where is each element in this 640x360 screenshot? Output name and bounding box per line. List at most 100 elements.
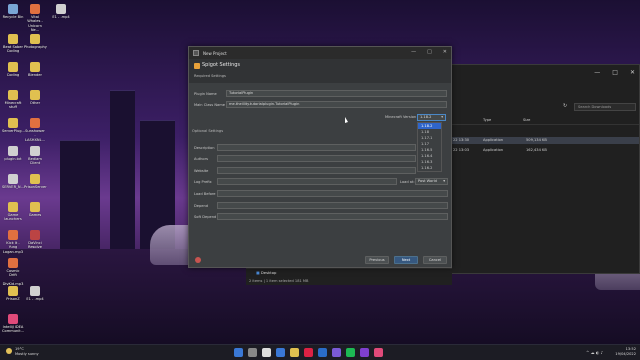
desktop-icon[interactable]: DaVinci Resolve	[24, 230, 46, 250]
desktop-icon[interactable]: Blender	[24, 62, 46, 77]
next-button[interactable]: Next	[394, 256, 418, 264]
column-type[interactable]: Type	[483, 118, 491, 122]
file-icon	[8, 34, 18, 44]
taskbar-app-icon[interactable]	[304, 348, 313, 357]
desktop-icon[interactable]: E1 - .mp4	[50, 4, 72, 19]
cancel-button[interactable]: Cancel	[423, 256, 447, 264]
dialog-title: New Project	[203, 50, 227, 56]
depend-input[interactable]	[217, 202, 448, 209]
desktop-icon[interactable]: Recycle Bin	[2, 4, 24, 19]
maximize-icon[interactable]: □	[612, 69, 618, 76]
desktop-icon[interactable]: Minecraft stuff	[2, 90, 24, 110]
file-icon	[30, 286, 40, 296]
minecraft-version-select[interactable]: 1.18.2 ▾	[417, 114, 446, 121]
taskbar-app-icon[interactable]	[248, 348, 257, 357]
row-type: Application	[483, 148, 504, 152]
sun-icon	[6, 348, 12, 354]
plugin-name-input[interactable]: TutorialPlugin	[226, 90, 447, 97]
description-input[interactable]	[217, 144, 416, 151]
new-project-dialog[interactable]: New Project — □ ✕ Spigot Settings Requir…	[188, 46, 452, 268]
taskbar-app-icon[interactable]	[374, 348, 383, 357]
clock[interactable]: 13:52 19/04/2022	[615, 347, 636, 357]
desktop-icon[interactable]: Games	[24, 202, 46, 217]
load-before-input[interactable]	[217, 190, 448, 197]
refresh-icon[interactable]: ↻	[563, 103, 567, 109]
desktop-icon-label: IntelliJ IDEA Communit...	[2, 325, 25, 334]
desktop-icon[interactable]: Game launchers	[2, 202, 24, 222]
taskbar-app-icon[interactable]	[290, 348, 299, 357]
authors-input[interactable]	[217, 155, 416, 162]
close-icon[interactable]: ✕	[443, 49, 447, 55]
desktop-icon[interactable]: Vital Whales - Unicorn Ne...	[24, 4, 46, 32]
weather-widget[interactable]: 19°C Mostly sunny	[6, 347, 39, 357]
taskbar-app-icon[interactable]	[234, 348, 243, 357]
desktop-icon-label: Game launchers	[4, 213, 22, 222]
taskbar-app-icon[interactable]	[360, 348, 369, 357]
file-icon	[8, 202, 18, 212]
desktop-icon[interactable]: PrisonServer	[24, 174, 47, 189]
taskbar-app-icon[interactable]	[262, 348, 271, 357]
desktop-icon-label: Recycle Bin	[2, 15, 24, 19]
minimize-icon[interactable]: —	[594, 69, 600, 76]
table-row[interactable]: 22 13:03 Application 162,434 KB	[451, 147, 639, 154]
help-icon[interactable]	[195, 257, 201, 263]
nav-item-desktop[interactable]: ■ Desktop	[256, 270, 276, 275]
taskbar-app-icon[interactable]	[276, 348, 285, 357]
desktop-icon[interactable]: plugin.txt	[2, 146, 24, 161]
file-icon	[8, 118, 18, 128]
desktop-icon[interactable]: SERVER_N...	[2, 174, 24, 189]
taskbar-app-icon[interactable]	[318, 348, 327, 357]
maximize-icon[interactable]: □	[427, 49, 432, 55]
file-icon	[8, 62, 18, 72]
row-date: 22 13:03	[453, 148, 470, 152]
taskbar-app-icon[interactable]	[346, 348, 355, 357]
file-icon	[8, 146, 18, 156]
desktop-icon[interactable]: Cosmic Drift - DivKid.mp3	[2, 258, 24, 286]
previous-button[interactable]: Previous	[365, 256, 389, 264]
column-size[interactable]: Size	[523, 118, 530, 122]
row-size: 162,434 KB	[526, 148, 547, 152]
search-input[interactable]: Search Downloads	[574, 103, 636, 111]
desktop-icon[interactable]: Coding	[2, 62, 24, 77]
dialog-title-bar[interactable]: New Project — □ ✕	[189, 47, 451, 59]
soft-depend-input[interactable]	[217, 213, 448, 220]
main-class-label: Main Class Name	[194, 103, 225, 107]
desktop-icon[interactable]: ServerPlug...	[2, 118, 25, 133]
dropdown-option[interactable]: 1.16.2	[418, 165, 441, 171]
column-headers: Type Size	[451, 117, 639, 125]
desktop-icon-label: Cosmic Drift - DivKid.mp3	[2, 269, 24, 286]
desktop-icon[interactable]: Sunshower - LASHXNL...	[24, 118, 46, 142]
file-icon	[8, 286, 18, 296]
file-icon	[30, 118, 40, 128]
load-at-select[interactable]: Post World ▾	[415, 178, 448, 185]
desktop-icon-label: Coding	[6, 73, 20, 77]
desktop-icon[interactable]: Photography	[24, 34, 47, 49]
table-row[interactable]: 22 13:30 Application 509,134 KB	[451, 137, 639, 144]
close-icon[interactable]: ✕	[630, 69, 635, 76]
desktop-icon[interactable]: Kick It - Yung Logan.mp3	[2, 230, 24, 254]
plugin-name-label: Plugin Name	[194, 92, 217, 96]
folder-icon: ■	[256, 270, 260, 275]
tray-icons[interactable]: ^ ☁ ◐ ♪	[586, 350, 603, 355]
log-prefix-input[interactable]	[217, 178, 397, 185]
desktop-icon[interactable]: Bedlam Client	[24, 146, 46, 166]
desktop-icon[interactable]: Beat Saber Coding	[2, 34, 24, 54]
minimize-icon[interactable]: —	[411, 49, 416, 55]
file-icon	[30, 62, 40, 72]
main-class-input[interactable]: me.theillity.tutorialplugin.TutorialPlug…	[226, 101, 447, 108]
file-icon	[30, 230, 40, 240]
window-controls: — □ ✕	[594, 69, 635, 76]
desktop-icon[interactable]: PrisonZ	[2, 286, 24, 301]
desktop-icon-label: ServerPlug...	[2, 129, 25, 133]
website-input[interactable]	[217, 167, 416, 174]
desktop-icon-label: Vital Whales - Unicorn Ne...	[27, 15, 43, 32]
file-icon	[30, 4, 40, 14]
desktop-icon[interactable]: IntelliJ IDEA Communit...	[2, 314, 24, 334]
file-explorer-window[interactable]: — □ ✕ ↻ Search Downloads Type Size 22 13…	[450, 64, 640, 274]
row-type: Application	[483, 138, 504, 142]
depend-label: Depend	[194, 204, 209, 208]
desktop-icon[interactable]: E1 - .mp4	[24, 286, 46, 301]
taskbar-app-icon[interactable]	[332, 348, 341, 357]
minecraft-version-dropdown[interactable]: 1.18.2 1.18 1.17.1 1.17 1.16.5 1.16.4 1.16.3 1.…	[417, 122, 442, 172]
desktop-icon[interactable]: Other	[24, 90, 46, 105]
